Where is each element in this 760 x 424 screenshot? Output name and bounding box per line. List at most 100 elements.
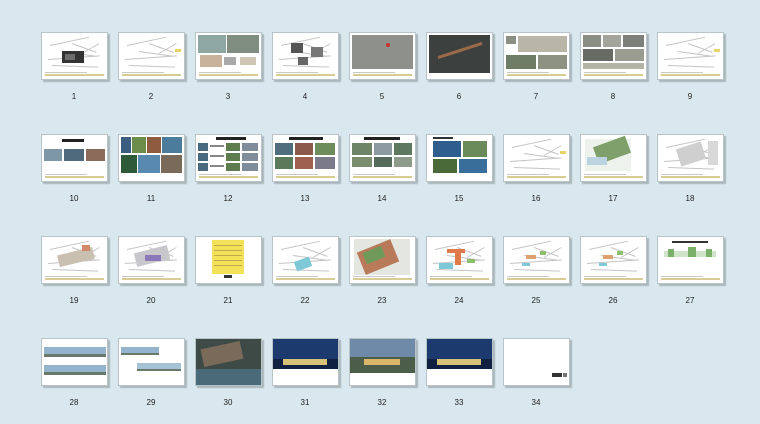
slide-thumbnail[interactable]: 4	[271, 32, 339, 102]
slide-preview	[657, 134, 724, 182]
slide-number: 17	[608, 194, 618, 203]
slide-number: 26	[608, 296, 618, 305]
slide-thumbnail[interactable]: 1	[40, 32, 108, 102]
slide-preview	[657, 236, 724, 284]
slide-number: 2	[148, 92, 154, 101]
slide-thumbnail[interactable]: 12	[194, 134, 262, 204]
slide-preview	[580, 32, 647, 80]
slide-thumbnail[interactable]: 2	[117, 32, 185, 102]
slide-number: 27	[685, 296, 695, 305]
slide-thumbnail[interactable]: 7	[502, 32, 570, 102]
slide-number: 18	[685, 194, 695, 203]
slide-thumbnail[interactable]: 30	[194, 338, 262, 408]
slide-preview	[195, 32, 262, 80]
slide-preview	[349, 236, 416, 284]
slide-thumbnail[interactable]: 31	[271, 338, 339, 408]
slide-preview	[426, 32, 493, 80]
slide-thumbnail[interactable]: 20	[117, 236, 185, 306]
slide-preview	[41, 338, 108, 386]
slide-preview	[349, 134, 416, 182]
slide-preview	[118, 32, 185, 80]
slide-number: 4	[302, 92, 308, 101]
slide-preview	[41, 134, 108, 182]
slide-preview	[272, 32, 339, 80]
slide-number: 5	[379, 92, 385, 101]
slide-number: 33	[454, 398, 464, 407]
slide-thumbnail[interactable]: 26	[579, 236, 647, 306]
slide-preview	[41, 236, 108, 284]
slide-number: 3	[225, 92, 231, 101]
slide-thumbnail[interactable]: 9	[656, 32, 724, 102]
slide-thumbnail[interactable]: 23	[348, 236, 416, 306]
slide-sorter-grid: 1 2 3 4 5 6 7 8 9 10 11 12 13 14 15 16 17 18 19 20 21 22 23 24 2…	[0, 0, 760, 424]
slide-thumbnail[interactable]: 15	[425, 134, 493, 204]
slide-thumbnail[interactable]: 27	[656, 236, 724, 306]
slide-thumbnail[interactable]: 29	[117, 338, 185, 408]
slide-number: 25	[531, 296, 541, 305]
slide-preview	[426, 338, 493, 386]
slide-number: 10	[69, 194, 79, 203]
slide-preview	[195, 134, 262, 182]
slide-number: 29	[146, 398, 156, 407]
slide-number: 7	[533, 92, 539, 101]
slide-preview	[349, 338, 416, 386]
slide-thumbnail[interactable]: 19	[40, 236, 108, 306]
slide-thumbnail[interactable]: 25	[502, 236, 570, 306]
slide-number: 9	[687, 92, 693, 101]
slide-thumbnail[interactable]: 6	[425, 32, 493, 102]
slide-thumbnail[interactable]: 3	[194, 32, 262, 102]
slide-preview	[195, 236, 262, 284]
slide-preview	[349, 32, 416, 80]
slide-number: 28	[69, 398, 79, 407]
slide-thumbnail[interactable]: 8	[579, 32, 647, 102]
slide-number: 12	[223, 194, 233, 203]
slide-number: 31	[300, 398, 310, 407]
slide-number: 16	[531, 194, 541, 203]
slide-preview	[426, 236, 493, 284]
slide-thumbnail[interactable]: 24	[425, 236, 493, 306]
slide-number: 20	[146, 296, 156, 305]
slide-thumbnail[interactable]: 21	[194, 236, 262, 306]
slide-preview	[503, 236, 570, 284]
slide-preview	[272, 236, 339, 284]
slide-thumbnail[interactable]: 28	[40, 338, 108, 408]
slide-thumbnail[interactable]: 13	[271, 134, 339, 204]
slide-preview	[580, 134, 647, 182]
slide-number: 24	[454, 296, 464, 305]
slide-preview	[580, 236, 647, 284]
slide-thumbnail[interactable]: 33	[425, 338, 493, 408]
slide-number: 8	[610, 92, 616, 101]
slide-number: 32	[377, 398, 387, 407]
slide-preview	[503, 338, 570, 386]
slide-number: 19	[69, 296, 79, 305]
slide-preview	[503, 134, 570, 182]
slide-preview	[657, 32, 724, 80]
slide-number: 14	[377, 194, 387, 203]
slide-thumbnail[interactable]: 5	[348, 32, 416, 102]
slide-thumbnail[interactable]: 22	[271, 236, 339, 306]
slide-number: 6	[456, 92, 462, 101]
slide-preview	[118, 134, 185, 182]
slide-number: 30	[223, 398, 233, 407]
slide-thumbnail[interactable]: 32	[348, 338, 416, 408]
slide-thumbnail[interactable]: 16	[502, 134, 570, 204]
slide-preview	[118, 236, 185, 284]
slide-number: 21	[223, 296, 233, 305]
slide-preview	[426, 134, 493, 182]
slide-thumbnail[interactable]: 10	[40, 134, 108, 204]
slide-preview	[118, 338, 185, 386]
slide-thumbnail[interactable]: 17	[579, 134, 647, 204]
slide-thumbnail[interactable]: 18	[656, 134, 724, 204]
slide-number: 1	[71, 92, 77, 101]
slide-number: 23	[377, 296, 387, 305]
slide-preview	[503, 32, 570, 80]
slide-preview	[195, 338, 262, 386]
slide-preview	[272, 134, 339, 182]
slide-number: 11	[146, 194, 156, 203]
slide-thumbnail[interactable]: 14	[348, 134, 416, 204]
slide-number: 34	[531, 398, 541, 407]
slide-thumbnail[interactable]: 34	[502, 338, 570, 408]
slide-thumbnail[interactable]: 11	[117, 134, 185, 204]
slide-number: 22	[300, 296, 310, 305]
slide-number: 13	[300, 194, 310, 203]
